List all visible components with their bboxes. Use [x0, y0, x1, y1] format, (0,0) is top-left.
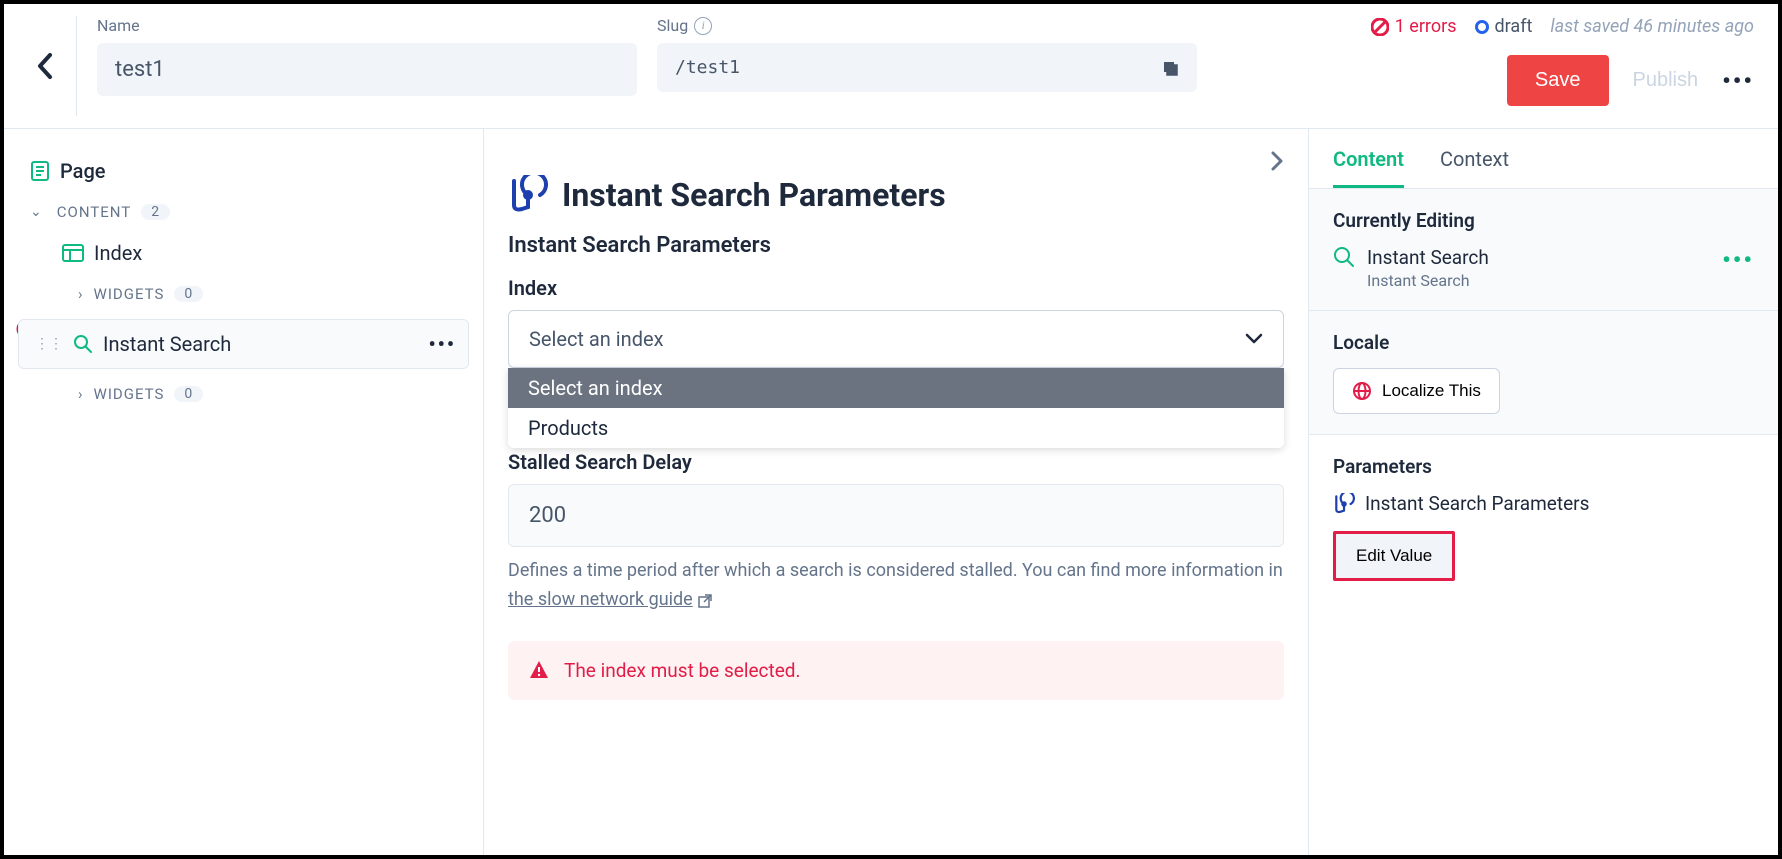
index-field-label: Index	[508, 276, 1284, 300]
name-input[interactable]: test1	[97, 43, 637, 96]
sidebar-item-page[interactable]: Page	[18, 149, 469, 193]
sidebar-section-content[interactable]: ⌄ CONTENT 2	[18, 193, 469, 231]
more-menu-button[interactable]: •••	[1722, 67, 1754, 95]
content-count-badge: 2	[141, 204, 170, 220]
collapse-panel-button[interactable]	[1270, 149, 1284, 173]
sidebar-item-index[interactable]: Index	[18, 231, 469, 275]
draft-badge: draft	[1475, 16, 1533, 37]
algolia-icon	[1333, 493, 1355, 515]
localize-button[interactable]: Localize This	[1333, 368, 1500, 414]
publish-button[interactable]: Publish	[1633, 69, 1699, 92]
widgets-count-badge: 0	[174, 286, 203, 302]
sidebar: Page ⌄ CONTENT 2 Index › WIDGETS 0	[4, 129, 484, 855]
item-more-button[interactable]: •••	[428, 332, 456, 356]
dropdown-option-products[interactable]: Products	[508, 408, 1284, 448]
widgets-count-badge: 0	[174, 386, 203, 402]
main-title: Instant Search Parameters	[562, 176, 946, 214]
main-content: Instant Search Parameters Instant Search…	[484, 129, 1308, 855]
copy-icon[interactable]	[1161, 59, 1179, 77]
editing-item-title: Instant Search	[1367, 246, 1489, 269]
index-dropdown: Select an index Products	[508, 368, 1284, 448]
sidebar-section-widgets-2[interactable]: › WIDGETS 0	[18, 375, 469, 413]
index-select[interactable]: Select an index	[508, 310, 1284, 368]
slow-network-guide-link[interactable]: the slow network guide	[508, 589, 693, 610]
help-text: Defines a time period after which a sear…	[508, 557, 1284, 615]
page-icon	[30, 160, 50, 182]
tab-content[interactable]: Content	[1333, 147, 1404, 188]
chevron-down-icon: ⌄	[30, 204, 43, 220]
algolia-icon	[508, 175, 548, 215]
warning-icon	[528, 659, 550, 681]
search-icon	[1333, 246, 1355, 268]
currently-editing-heading: Currently Editing	[1333, 209, 1754, 232]
dropdown-option-placeholder[interactable]: Select an index	[508, 368, 1284, 408]
stalled-delay-label: Stalled Search Delay	[508, 450, 1284, 474]
last-saved-text: last saved 46 minutes ago	[1550, 16, 1754, 37]
save-button[interactable]: Save	[1507, 55, 1609, 106]
chevron-down-icon	[1245, 333, 1263, 345]
chevron-right-icon: ›	[78, 285, 84, 303]
index-icon	[62, 244, 84, 262]
globe-icon	[1352, 381, 1372, 401]
sidebar-section-widgets-1[interactable]: › WIDGETS 0	[18, 275, 469, 313]
error-banner: The index must be selected.	[508, 641, 1284, 700]
stalled-delay-input[interactable]: 200	[508, 484, 1284, 547]
draft-dot-icon	[1475, 20, 1489, 34]
main-subtitle: Instant Search Parameters	[508, 233, 1284, 258]
edit-value-button[interactable]: Edit Value	[1333, 531, 1455, 581]
locale-heading: Locale	[1333, 331, 1754, 354]
external-link-icon	[697, 593, 713, 609]
editing-item-subtitle: Instant Search	[1367, 271, 1489, 290]
parameters-heading: Parameters	[1333, 455, 1754, 478]
parameters-item[interactable]: Instant Search Parameters	[1333, 492, 1754, 515]
slug-label: Slug	[657, 16, 688, 35]
tab-context[interactable]: Context	[1440, 147, 1509, 188]
errors-badge[interactable]: 1 errors	[1371, 16, 1457, 37]
back-button[interactable]	[36, 51, 56, 81]
right-panel: Content Context Currently Editing Instan…	[1308, 129, 1778, 855]
drag-handle-icon[interactable]: ⋮⋮	[35, 336, 63, 352]
error-icon	[1371, 18, 1389, 36]
name-label: Name	[97, 16, 637, 35]
info-icon[interactable]: i	[694, 17, 712, 35]
editing-more-button[interactable]: •••	[1722, 246, 1754, 274]
chevron-right-icon: ›	[78, 385, 84, 403]
search-icon	[73, 334, 93, 354]
slug-input[interactable]: /test1	[657, 43, 1197, 92]
sidebar-item-instant-search[interactable]: ⋮⋮ Instant Search •••	[18, 319, 469, 369]
